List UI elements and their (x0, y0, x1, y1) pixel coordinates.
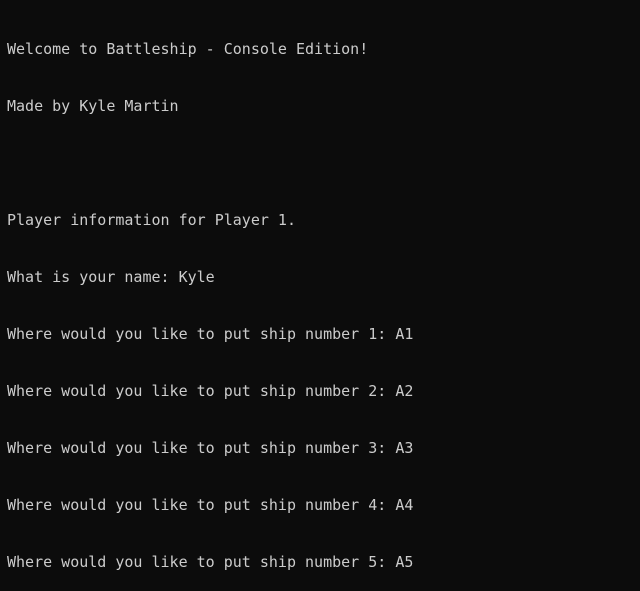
console-line-name-prompt: What is your name: Kyle (7, 268, 215, 286)
console-line-ship-5: Where would you like to put ship number … (7, 553, 414, 571)
console-line-ship-1: Where would you like to put ship number … (7, 325, 414, 343)
console-line-welcome: Welcome to Battleship - Console Edition! (7, 40, 369, 58)
console-line-ship-2: Where would you like to put ship number … (7, 382, 414, 400)
console-line-ship-3: Where would you like to put ship number … (7, 439, 414, 457)
console-line-player-info: Player information for Player 1. (7, 211, 296, 229)
console-line-ship-4: Where would you like to put ship number … (7, 496, 414, 514)
console-line-author: Made by Kyle Martin (7, 97, 179, 115)
console-window[interactable]: Welcome to Battleship - Console Edition!… (0, 0, 640, 571)
